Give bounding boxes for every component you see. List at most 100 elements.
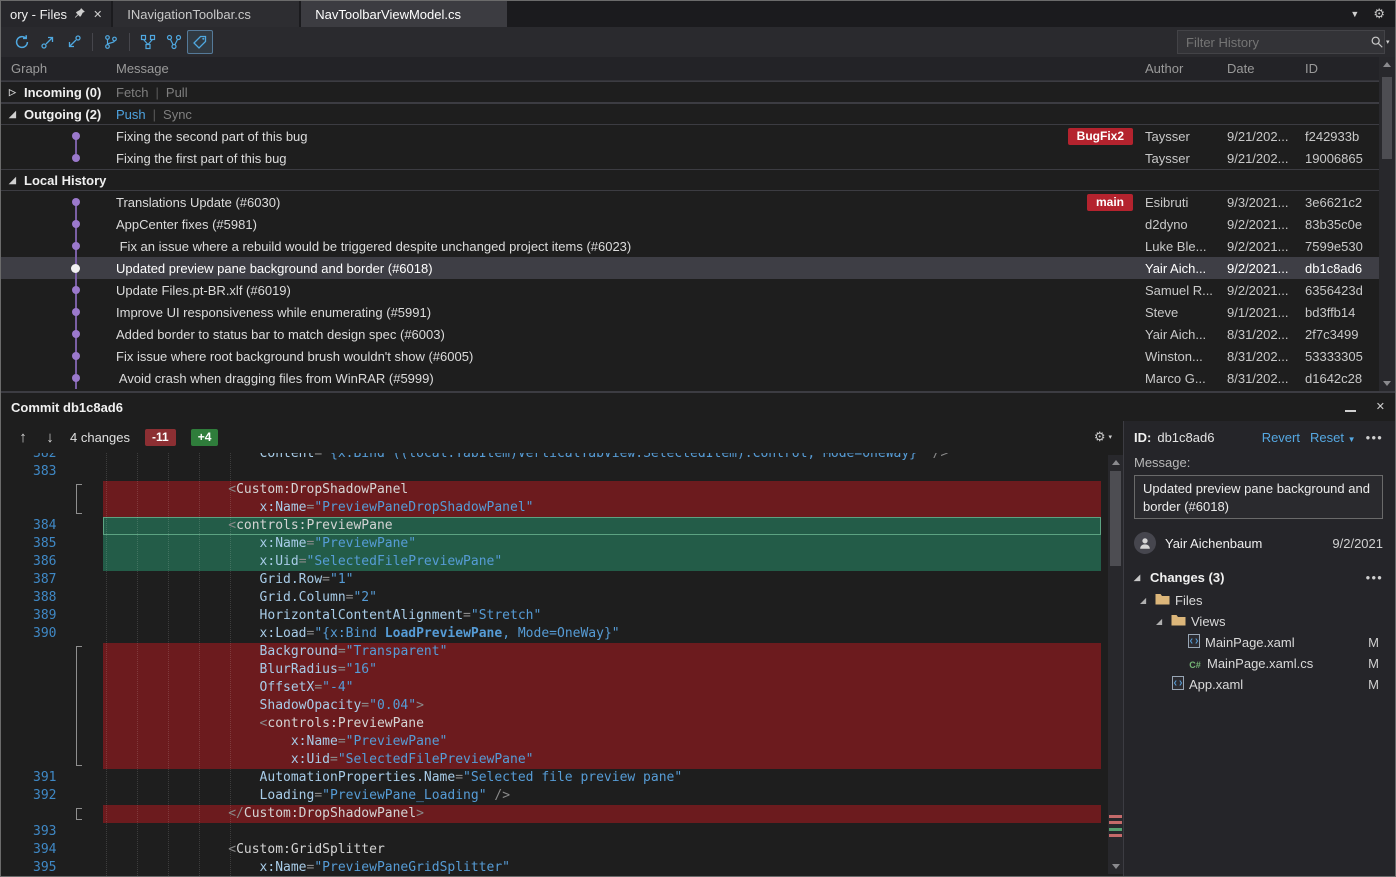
commit-row[interactable]: Fix issue where root background brush wo… <box>1 345 1381 367</box>
compare-outgoing-icon[interactable] <box>35 30 61 54</box>
expander-icon[interactable]: ▷ <box>9 87 22 98</box>
graph-dots-icon[interactable] <box>161 30 187 54</box>
commit-row[interactable]: AppCenter fixes (#5981) d2dyno 9/2/2021.… <box>1 213 1381 235</box>
history-section-row[interactable]: ▷ Incoming (0) Fetch|Pull <box>1 81 1381 103</box>
window-options-gear-icon[interactable]: ⚙ <box>1373 6 1385 22</box>
section-link-pull[interactable]: Pull <box>166 85 188 100</box>
diff-map-added-mark <box>1109 828 1122 831</box>
scrollbar-thumb[interactable] <box>1110 471 1121 566</box>
expander-icon[interactable]: ◢ <box>1156 617 1166 626</box>
close-pane-icon[interactable]: ✕ <box>1376 400 1385 415</box>
code-text: ShadowOpacity="0.04"> <box>103 697 1101 715</box>
filter-history-input[interactable] <box>1178 31 1370 53</box>
commit-row[interactable]: Updated preview pane background and bord… <box>1 257 1381 279</box>
change-margin <box>65 481 103 499</box>
tab-navtoolbarviewmodel[interactable]: NavToolbarViewModel.cs <box>301 1 507 27</box>
commit-graph <box>1 191 116 213</box>
show-tags-icon[interactable] <box>187 30 213 54</box>
commit-date: 9/1/2021... <box>1227 305 1305 320</box>
commit-author: Taysser <box>1145 129 1227 144</box>
commit-row[interactable]: Translations Update (#6030) main Esibrut… <box>1 191 1381 213</box>
code-text: <controls:PreviewPane <box>103 715 1101 733</box>
diff-line: </Custom:DropShadowPanel> <box>1 805 1101 823</box>
diff-line: 382 Content="{x:Bind ((local:TabItem)Ver… <box>1 453 1101 463</box>
history-section-row[interactable]: ◢ Local History <box>1 169 1381 191</box>
commit-message-box[interactable]: Updated preview pane background and bord… <box>1134 475 1383 519</box>
tab-inavigationtoolbar[interactable]: INavigationToolbar.cs <box>113 1 299 27</box>
revert-button[interactable]: Revert <box>1262 430 1300 445</box>
window-dropdown-icon[interactable]: ▼ <box>1350 9 1359 19</box>
expander-icon[interactable]: ◢ <box>1140 596 1150 605</box>
tab-history-files[interactable]: ory - Files ✕ <box>1 1 111 27</box>
expander-icon[interactable]: ◢ <box>9 109 22 120</box>
scroll-up-icon[interactable] <box>1383 62 1391 67</box>
changes-tree-item[interactable]: App.xaml M <box>1134 674 1383 695</box>
scrollbar-thumb[interactable] <box>1382 77 1392 159</box>
commit-message: Fix an issue where a rebuild would be tr… <box>116 239 631 254</box>
diff-scrollbar[interactable] <box>1108 455 1123 874</box>
commit-row[interactable]: Update Files.pt-BR.xlf (#6019) Samuel R.… <box>1 279 1381 301</box>
commit-pane: Commit db1c8ad6 ✕ ↑ ↓ 4 changes -11 +4 ⚙… <box>1 391 1395 876</box>
code-text: </Custom:DropShadowPanel> <box>103 805 1101 823</box>
diff-settings-gear-icon[interactable]: ⚙ <box>1094 429 1106 445</box>
reset-button[interactable]: Reset <box>1310 430 1344 445</box>
commit-date: 8/31/202... <box>1227 349 1305 364</box>
changes-tree-item[interactable]: C# MainPage.xaml.cs M <box>1134 653 1383 674</box>
commit-message: Fix issue where root background brush wo… <box>116 349 473 364</box>
change-margin <box>65 553 103 571</box>
history-section-row[interactable]: ◢ Outgoing (2) Push|Sync <box>1 103 1381 125</box>
pin-icon[interactable] <box>74 7 86 22</box>
section-link-push[interactable]: Push <box>116 107 146 122</box>
branch-icon[interactable] <box>98 30 124 54</box>
diff-editor[interactable]: 382 Content="{x:Bind ((local:TabItem)Ver… <box>1 453 1125 876</box>
change-margin <box>65 589 103 607</box>
gear-dropdown-icon[interactable]: ▾ <box>1108 433 1112 441</box>
next-change-icon[interactable]: ↓ <box>41 429 59 446</box>
refresh-icon[interactable] <box>9 30 35 54</box>
changes-tree-item[interactable]: ◢ Views <box>1134 611 1383 632</box>
commit-row[interactable]: Improve UI responsiveness while enumerat… <box>1 301 1381 323</box>
previous-change-icon[interactable]: ↑ <box>14 429 32 446</box>
commit-dot-icon <box>72 220 80 228</box>
commit-row[interactable]: Fix an issue where a rebuild would be tr… <box>1 235 1381 257</box>
expander-icon[interactable]: ◢ <box>9 175 22 186</box>
close-tab-icon[interactable]: ✕ <box>93 8 102 21</box>
commit-row[interactable]: Fixing the second part of this bug BugFi… <box>1 125 1381 147</box>
changes-tree-item[interactable]: MainPage.xaml M <box>1134 632 1383 653</box>
scroll-down-icon[interactable] <box>1383 381 1391 386</box>
code-text: x:Name="PreviewPaneGridSplitter" <box>103 859 1101 876</box>
commit-id: 19006865 <box>1305 151 1381 166</box>
commit-row[interactable]: Fixing the first part of this bug Taysse… <box>1 147 1381 169</box>
scroll-down-icon[interactable] <box>1112 864 1120 869</box>
more-actions-icon[interactable]: ●●● <box>1366 433 1384 442</box>
commit-author: Luke Ble... <box>1145 239 1227 254</box>
scroll-up-icon[interactable] <box>1112 460 1120 465</box>
commit-author: d2dyno <box>1145 217 1227 232</box>
expander-icon[interactable]: ◢ <box>1134 573 1144 582</box>
changes-tree-item[interactable]: ◢ Files <box>1134 590 1383 611</box>
compare-incoming-icon[interactable] <box>61 30 87 54</box>
commit-row[interactable]: Added border to status bar to match desi… <box>1 323 1381 345</box>
commit-row[interactable]: Avoid crash when dragging files from Win… <box>1 367 1381 389</box>
commit-dot-icon <box>71 264 80 273</box>
diff-lines: 382 Content="{x:Bind ((local:TabItem)Ver… <box>1 453 1101 876</box>
line-number <box>1 499 65 517</box>
diff-viewer: ↑ ↓ 4 changes -11 +4 ⚙ ▾ 382 Content="{x… <box>1 421 1125 876</box>
section-link-sync[interactable]: Sync <box>163 107 192 122</box>
graph-view-icon[interactable] <box>135 30 161 54</box>
item-label: App.xaml <box>1189 677 1243 692</box>
diff-line: 390 x:Load="{x:Bind LoadPreviewPane, Mod… <box>1 625 1101 643</box>
search-icon[interactable]: ▾ <box>1370 31 1390 53</box>
changes-more-actions-icon[interactable]: ●●● <box>1366 573 1384 582</box>
commit-date: 9/2/2021... <box>1227 239 1305 254</box>
code-text: BlurRadius="16" <box>103 661 1101 679</box>
commit-graph <box>1 367 116 389</box>
column-author: Author <box>1145 61 1227 76</box>
change-margin <box>65 499 103 517</box>
section-link-fetch[interactable]: Fetch <box>116 85 149 100</box>
branch-badge: main <box>1087 194 1133 211</box>
change-margin <box>65 535 103 553</box>
minimize-pane-icon[interactable] <box>1345 400 1356 415</box>
history-scrollbar[interactable] <box>1379 57 1395 391</box>
reset-dropdown-icon[interactable]: ▼ <box>1348 435 1356 444</box>
